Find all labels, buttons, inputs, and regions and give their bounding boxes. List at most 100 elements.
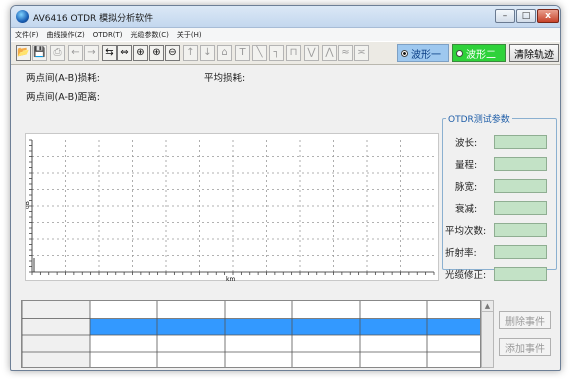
slope-icon: ╲ <box>256 47 263 58</box>
toolbar-button-3[interactable]: ← <box>68 45 83 61</box>
otdr-trace-plot[interactable]: dB km <box>25 133 439 282</box>
param-row: 衰减: <box>443 201 558 217</box>
toolbar-button-13[interactable]: T <box>235 45 250 61</box>
peak-up-icon: ⋁ <box>307 47 316 58</box>
params-title: OTDR测试参数 <box>446 112 512 125</box>
scroll-up-icon[interactable]: ▲ <box>482 301 493 312</box>
param-row: 波长: <box>443 135 558 151</box>
arrow-down-icon: ↓ <box>203 47 212 58</box>
toolbar-button-15[interactable]: ┐ <box>269 45 284 61</box>
param-value-field <box>494 157 547 171</box>
splice-icon: ≍ <box>357 47 366 58</box>
param-value-field <box>494 267 547 281</box>
zoom-h-out-icon: ⇔ <box>120 47 129 58</box>
menu-about[interactable]: 关于(H) <box>177 30 202 40</box>
ab-distance-label: 两点间(A-B)距离: <box>26 92 101 103</box>
zoom-in-icon: ⊕ <box>152 47 161 58</box>
param-value-field <box>494 179 547 193</box>
trace-grid-svg: dB km <box>26 139 435 282</box>
radio-selected-icon <box>401 49 408 57</box>
param-label: 量程: <box>455 160 478 171</box>
wave1-radio[interactable]: 波形一 <box>397 44 449 62</box>
toolbar-button-1[interactable]: 💾 <box>32 45 47 61</box>
maximize-button[interactable]: □ <box>516 9 536 23</box>
menu-file[interactable]: 文件(F) <box>15 30 39 40</box>
open-icon: 📂 <box>17 47 30 58</box>
step-down-icon: ┐ <box>273 47 280 58</box>
toolbar-button-2[interactable]: ⎙ <box>50 45 65 61</box>
wave1-label: 波形一 <box>411 49 441 61</box>
toolbar-button-17[interactable]: ⋁ <box>304 45 319 61</box>
menu-cable-params[interactable]: 光缆参数(C) <box>131 30 169 40</box>
param-label: 光缆修正: <box>445 270 487 281</box>
param-value-field <box>494 245 547 259</box>
selected-event-row[interactable] <box>90 319 481 335</box>
avg-loss-label: 平均损耗: <box>204 73 246 84</box>
events-table[interactable] <box>21 300 481 368</box>
param-label: 折射率: <box>445 248 477 259</box>
toolbar-button-9[interactable]: ⊖ <box>165 45 180 61</box>
otdr-params-group: OTDR测试参数 波长: 量程: 脉宽: 衰减: 平均次数: 折射率: 光缆修正: <box>442 112 558 281</box>
param-row: 光缆修正: <box>443 267 558 283</box>
wave2-radio[interactable]: 波形二 <box>452 44 506 62</box>
param-row: 折射率: <box>443 245 558 261</box>
param-value-field <box>494 223 547 237</box>
toolbar-button-6[interactable]: ⇔ <box>117 45 132 61</box>
delete-event-button[interactable]: 删除事件 <box>499 311 551 329</box>
marker-ab-icon: ⌂ <box>221 47 228 58</box>
menu-bar: 文件(F) 曲线操作(Z) OTDR(T) 光缆参数(C) 关于(H) <box>11 28 560 41</box>
x-axis-label: km <box>226 276 235 282</box>
toolbar-button-20[interactable]: ≍ <box>354 45 369 61</box>
param-label: 脉宽: <box>455 182 478 193</box>
toolbar-button-11[interactable]: ↓ <box>200 45 215 61</box>
zoom-out-icon: ⊖ <box>168 47 177 58</box>
clear-trace-button[interactable]: 清除轨迹 <box>509 44 559 62</box>
menu-curve-ops[interactable]: 曲线操作(Z) <box>47 30 85 40</box>
ab-loss-label: 两点间(A-B)损耗: <box>26 73 101 84</box>
param-label: 平均次数: <box>445 226 487 237</box>
param-row: 量程: <box>443 157 558 173</box>
toolbar-button-0[interactable]: 📂 <box>16 45 31 61</box>
y-axis-label: dB <box>26 201 31 209</box>
toolbar-button-8[interactable]: ⊕ <box>149 45 164 61</box>
param-label: 波长: <box>455 138 478 149</box>
toolbar-button-5[interactable]: ⇆ <box>102 45 117 61</box>
events-grid-svg <box>22 301 481 367</box>
app-window: AV6416 OTDR 模拟分析软件 – □ x 文件(F) 曲线操作(Z) O… <box>10 5 561 371</box>
param-value-field <box>494 201 547 215</box>
param-label: 衰减: <box>455 204 478 215</box>
row-header-column <box>22 301 90 367</box>
peak-icon: ⋀ <box>325 47 334 58</box>
text-icon: T <box>239 47 246 58</box>
close-button[interactable]: x <box>537 9 559 23</box>
zoom-region-icon: ⊕ <box>136 47 145 58</box>
menu-otdr[interactable]: OTDR(T) <box>93 31 123 39</box>
param-row: 脉宽: <box>443 179 558 195</box>
print-icon: ⎙ <box>53 47 62 58</box>
window-title: AV6416 OTDR 模拟分析软件 <box>33 14 154 24</box>
toolbar-button-16[interactable]: ⊓ <box>286 45 301 61</box>
toolbar-button-4[interactable]: → <box>84 45 99 61</box>
toolbar-button-18[interactable]: ⋀ <box>322 45 337 61</box>
reflect-icon: ≈ <box>341 47 350 58</box>
toolbar-button-12[interactable]: ⌂ <box>217 45 232 61</box>
save-icon: 💾 <box>33 47 46 58</box>
app-globe-icon <box>16 10 29 23</box>
toolbar: 波形一 波形二 清除轨迹 📂 💾 ⎙ ← → ⇆ ⇔ ⊕ ⊕ ⊖ ↑ ↓ ⌂ T ╲ ┐ ⊓ ⋁ ⋀ ≈ ≍ <box>11 41 560 65</box>
param-value-field <box>494 135 547 149</box>
radio-unselected-icon <box>456 49 463 57</box>
toolbar-button-10[interactable]: ↑ <box>183 45 198 61</box>
toolbar-button-7[interactable]: ⊕ <box>133 45 148 61</box>
toolbar-button-19[interactable]: ≈ <box>338 45 353 61</box>
arrow-left-icon: ← <box>71 47 80 58</box>
toolbar-button-14[interactable]: ╲ <box>252 45 267 61</box>
zoom-h-in-icon: ⇆ <box>105 47 114 58</box>
arrow-up-icon: ↑ <box>186 47 195 58</box>
pulse-icon: ⊓ <box>289 47 298 58</box>
title-bar: AV6416 OTDR 模拟分析软件 – □ x <box>11 6 560 28</box>
add-event-button[interactable]: 添加事件 <box>499 338 551 356</box>
wave2-label: 波形二 <box>466 49 496 61</box>
arrow-right-icon: → <box>87 47 96 58</box>
minimize-button[interactable]: – <box>495 9 515 23</box>
events-scrollbar[interactable]: ▲ <box>481 300 494 368</box>
